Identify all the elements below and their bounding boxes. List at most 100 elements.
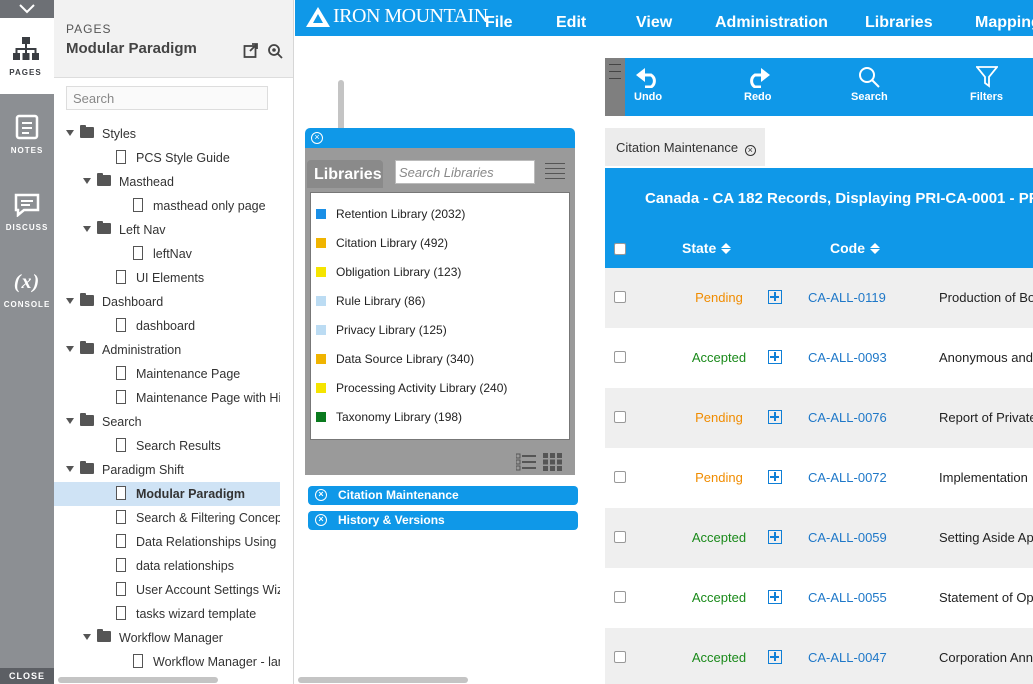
table-row[interactable]: Pending CA-ALL-0072 Implementation [605, 448, 1033, 508]
tree-folder[interactable]: Search [54, 410, 280, 434]
tree-page[interactable]: Maintenance Page with History [54, 386, 280, 410]
close-button[interactable]: CLOSE [0, 668, 54, 684]
table-row[interactable]: Pending CA-ALL-0076 Report of Private [605, 388, 1033, 448]
tree-page[interactable]: masthead only page [54, 194, 280, 218]
row-checkbox[interactable] [614, 591, 626, 603]
rail-console[interactable]: (x) CONSOLE [0, 252, 54, 328]
menu-libraries[interactable]: Libraries [865, 14, 933, 32]
collapse-toggle[interactable] [0, 0, 54, 18]
menu-administration[interactable]: Administration [715, 14, 828, 32]
expand-plus-icon[interactable] [768, 650, 782, 664]
main-horizontal-scrollbar[interactable] [298, 677, 468, 683]
expand-triangle-icon[interactable] [66, 298, 74, 304]
close-circle-icon[interactable]: × [315, 514, 327, 526]
tab-citation-maintenance[interactable]: Citation Maintenance × [605, 128, 765, 166]
close-tab-icon[interactable]: × [744, 145, 756, 156]
history-versions-panel[interactable]: × History & Versions [308, 511, 578, 530]
libraries-search-input[interactable]: Search Libraries [395, 160, 535, 184]
column-header-state[interactable]: State [682, 240, 732, 256]
library-item[interactable]: Privacy Library (125) [311, 317, 569, 346]
row-checkbox[interactable] [614, 651, 626, 663]
expand-triangle-icon[interactable] [83, 178, 91, 184]
filters-button[interactable]: Filters [970, 66, 1003, 103]
pages-search-input[interactable]: Search [66, 86, 268, 110]
expand-plus-icon[interactable] [768, 590, 782, 604]
tree-folder[interactable]: Workflow Manager [54, 626, 280, 650]
export-icon[interactable] [243, 43, 259, 59]
library-item[interactable]: Processing Activity Library (240) [311, 375, 569, 404]
expand-triangle-icon[interactable] [83, 634, 91, 640]
row-checkbox[interactable] [614, 351, 626, 363]
row-code-link[interactable]: CA-ALL-0047 [808, 650, 887, 665]
list-view-icon[interactable] [516, 453, 536, 471]
row-code-link[interactable]: CA-ALL-0076 [808, 410, 887, 425]
expand-triangle-icon[interactable] [66, 346, 74, 352]
row-code-link[interactable]: CA-ALL-0072 [808, 470, 887, 485]
tree-page[interactable]: Maintenance Page [54, 362, 280, 386]
tree-folder[interactable]: Styles [54, 122, 280, 146]
row-code-link[interactable]: CA-ALL-0119 [808, 290, 886, 305]
rail-pages[interactable]: PAGES [0, 18, 54, 94]
pages-horizontal-scrollbar[interactable] [58, 677, 218, 683]
row-checkbox[interactable] [614, 471, 626, 483]
tree-page[interactable]: Search Results [54, 434, 280, 458]
citation-maintenance-panel[interactable]: × Citation Maintenance [308, 486, 578, 505]
tree-folder[interactable]: Left Nav [54, 218, 280, 242]
rail-discuss[interactable]: DISCUSS [0, 174, 54, 250]
expand-plus-icon[interactable] [768, 470, 782, 484]
expand-triangle-icon[interactable] [66, 466, 74, 472]
menu-mapping[interactable]: Mapping [975, 14, 1033, 32]
row-code-link[interactable]: CA-ALL-0055 [808, 590, 887, 605]
row-code-link[interactable]: CA-ALL-0093 [808, 350, 887, 365]
row-checkbox[interactable] [614, 411, 626, 423]
table-row[interactable]: Accepted CA-ALL-0093 Anonymous and [605, 328, 1033, 388]
menu-edit[interactable]: Edit [556, 14, 586, 32]
expand-plus-icon[interactable] [768, 290, 782, 304]
table-row[interactable]: Accepted CA-ALL-0047 Corporation Ann [605, 628, 1033, 684]
expand-triangle-icon[interactable] [66, 418, 74, 424]
table-row[interactable]: Pending CA-ALL-0119 Production of Books [605, 268, 1033, 328]
tree-page[interactable]: data relationships [54, 554, 280, 578]
redo-button[interactable]: Redo [744, 66, 772, 103]
close-circle-icon[interactable]: × [315, 489, 327, 501]
row-checkbox[interactable] [614, 291, 626, 303]
expand-plus-icon[interactable] [768, 410, 782, 424]
search-button[interactable]: Search [851, 66, 888, 103]
library-item[interactable]: Retention Library (2032) [311, 201, 569, 230]
grid-view-icon[interactable] [543, 453, 563, 471]
libraries-tab[interactable]: Libraries [307, 160, 383, 188]
rail-notes[interactable]: NOTES [0, 96, 54, 172]
tree-page[interactable]: tasks wizard template [54, 602, 280, 626]
tree-page[interactable]: User Account Settings Wizard [54, 578, 280, 602]
expand-plus-icon[interactable] [768, 350, 782, 364]
menu-view[interactable]: View [636, 14, 672, 32]
library-item[interactable]: Data Source Library (340) [311, 346, 569, 375]
expand-triangle-icon[interactable] [66, 130, 74, 136]
tree-page[interactable]: Data Relationships Using Mind [54, 530, 280, 554]
tree-page[interactable]: leftNav [54, 242, 280, 266]
library-item[interactable]: Taxonomy Library (198) [311, 404, 569, 433]
hamburger-icon[interactable] [545, 163, 565, 183]
row-code-link[interactable]: CA-ALL-0059 [808, 530, 887, 545]
tree-page[interactable]: Modular Paradigm [54, 482, 280, 506]
row-checkbox[interactable] [614, 531, 626, 543]
tree-folder[interactable]: Masthead [54, 170, 280, 194]
locate-icon[interactable] [267, 43, 283, 59]
tree-page[interactable]: Search & Filtering Concepts [54, 506, 280, 530]
tree-page[interactable]: UI Elements [54, 266, 280, 290]
tree-folder[interactable]: Administration [54, 338, 280, 362]
table-row[interactable]: Accepted CA-ALL-0059 Setting Aside App [605, 508, 1033, 568]
column-header-code[interactable]: Code [830, 240, 880, 256]
select-all-checkbox[interactable] [614, 243, 626, 255]
library-item[interactable]: Rule Library (86) [311, 288, 569, 317]
tree-page[interactable]: PCS Style Guide [54, 146, 280, 170]
table-row[interactable]: Accepted CA-ALL-0055 Statement of Op [605, 568, 1033, 628]
tree-page[interactable]: Workflow Manager - landing [54, 650, 280, 672]
library-item[interactable]: Citation Library (492) [311, 230, 569, 259]
tree-folder[interactable]: Dashboard [54, 290, 280, 314]
menu-file[interactable]: File [485, 14, 513, 32]
toolbar-drag-handle[interactable] [605, 58, 625, 116]
expand-plus-icon[interactable] [768, 530, 782, 544]
tree-folder[interactable]: Paradigm Shift [54, 458, 280, 482]
library-item[interactable]: Obligation Library (123) [311, 259, 569, 288]
